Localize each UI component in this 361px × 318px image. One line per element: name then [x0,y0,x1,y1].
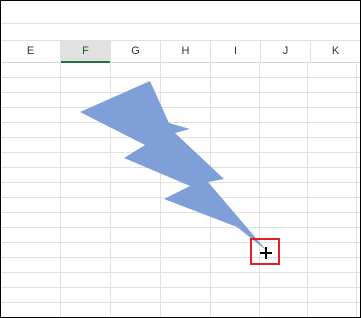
crosshair-icon [260,247,272,259]
grid-line [307,62,308,317]
grid-line [259,62,260,317]
grid-line [1,197,360,198]
grid-line [1,122,360,123]
grid-line [1,272,360,273]
grid-line [1,242,360,243]
column-header-h[interactable]: H [161,41,211,62]
column-header-j[interactable]: J [261,41,311,62]
grid-line [1,92,360,93]
grid-line [1,302,360,303]
grid-line [160,62,161,317]
column-header-k[interactable]: K [311,41,360,62]
column-header-i[interactable]: I [211,41,261,62]
grid-line [110,62,111,317]
grid-line [210,62,211,317]
grid-line [60,62,61,317]
column-headers: E F G H I J K [1,40,360,63]
grid-line [1,212,360,213]
grid-line [1,137,360,138]
grid-line [1,257,360,258]
ribbon-strip [1,1,360,24]
grid-line [1,107,360,108]
grid-line [1,287,360,288]
grid-line [1,77,360,78]
spreadsheet-window: E F G H I J K [0,0,361,318]
column-header-f[interactable]: F [61,41,111,63]
grid-line [1,167,360,168]
cell-grid[interactable] [1,62,360,317]
grid-line [1,152,360,153]
grid-line [1,227,360,228]
column-header-g[interactable]: G [111,41,161,62]
grid-line [356,62,357,317]
column-header-e[interactable]: E [1,41,61,62]
grid-line [1,182,360,183]
